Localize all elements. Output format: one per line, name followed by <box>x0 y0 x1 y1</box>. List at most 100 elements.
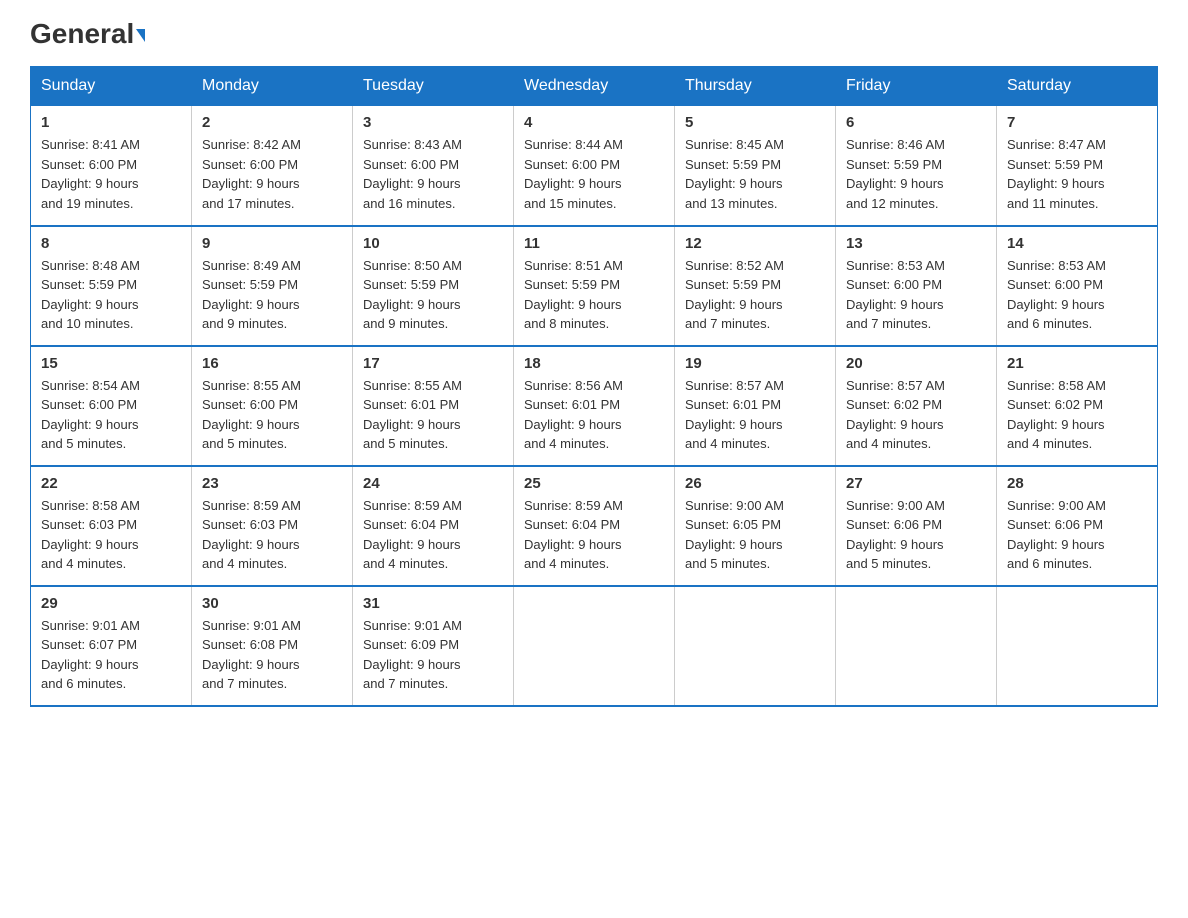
calendar-day-cell: 10Sunrise: 8:50 AMSunset: 5:59 PMDayligh… <box>353 226 514 346</box>
day-info: Sunrise: 8:53 AMSunset: 6:00 PMDaylight:… <box>846 256 986 334</box>
day-info: Sunrise: 8:42 AMSunset: 6:00 PMDaylight:… <box>202 135 342 213</box>
weekday-header: Sunday <box>31 67 192 106</box>
day-number: 25 <box>524 475 664 492</box>
calendar-day-cell: 30Sunrise: 9:01 AMSunset: 6:08 PMDayligh… <box>192 586 353 706</box>
calendar-day-cell: 6 Sunrise: 8:46 AMSunset: 5:59 PMDaylight… <box>836 106 997 226</box>
day-number: 8 <box>41 235 181 252</box>
day-info: Sunrise: 8:49 AMSunset: 5:59 PMDaylight:… <box>202 256 342 334</box>
weekday-header: Wednesday <box>514 67 675 106</box>
calendar-table: SundayMondayTuesdayWednesdayThursdayFrid… <box>30 66 1158 707</box>
day-number: 31 <box>363 595 503 612</box>
day-number: 5 <box>685 114 825 131</box>
calendar-day-cell: 5 Sunrise: 8:45 AMSunset: 5:59 PMDaylight… <box>675 106 836 226</box>
day-info: Sunrise: 8:45 AMSunset: 5:59 PMDaylight:… <box>685 135 825 213</box>
weekday-header: Thursday <box>675 67 836 106</box>
day-info: Sunrise: 9:01 AMSunset: 6:09 PMDaylight:… <box>363 616 503 694</box>
logo-general-text: General <box>30 20 145 48</box>
day-info: Sunrise: 9:01 AMSunset: 6:07 PMDaylight:… <box>41 616 181 694</box>
day-number: 27 <box>846 475 986 492</box>
calendar-day-cell: 19Sunrise: 8:57 AMSunset: 6:01 PMDayligh… <box>675 346 836 466</box>
day-info: Sunrise: 8:47 AMSunset: 5:59 PMDaylight:… <box>1007 135 1147 213</box>
day-number: 19 <box>685 355 825 372</box>
calendar-day-cell: 31 Sunrise: 9:01 AMSunset: 6:09 PMDayligh… <box>353 586 514 706</box>
day-info: Sunrise: 8:59 AMSunset: 6:03 PMDaylight:… <box>202 496 342 574</box>
day-number: 28 <box>1007 475 1147 492</box>
day-info: Sunrise: 8:58 AMSunset: 6:03 PMDaylight:… <box>41 496 181 574</box>
calendar-week-row: 8Sunrise: 8:48 AMSunset: 5:59 PMDaylight… <box>31 226 1158 346</box>
calendar-day-cell: 23 Sunrise: 8:59 AMSunset: 6:03 PMDayligh… <box>192 466 353 586</box>
day-info: Sunrise: 8:57 AMSunset: 6:02 PMDaylight:… <box>846 376 986 454</box>
day-info: Sunrise: 8:51 AMSunset: 5:59 PMDaylight:… <box>524 256 664 334</box>
day-number: 22 <box>41 475 181 492</box>
weekday-header: Tuesday <box>353 67 514 106</box>
day-number: 17 <box>363 355 503 372</box>
day-number: 15 <box>41 355 181 372</box>
calendar-day-cell: 29 Sunrise: 9:01 AMSunset: 6:07 PMDayligh… <box>31 586 192 706</box>
day-info: Sunrise: 8:55 AMSunset: 6:00 PMDaylight:… <box>202 376 342 454</box>
logo: General <box>30 20 145 46</box>
calendar-day-cell: 3 Sunrise: 8:43 AMSunset: 6:00 PMDaylight… <box>353 106 514 226</box>
day-info: Sunrise: 8:46 AMSunset: 5:59 PMDaylight:… <box>846 135 986 213</box>
day-number: 2 <box>202 114 342 131</box>
day-number: 3 <box>363 114 503 131</box>
day-number: 11 <box>524 235 664 252</box>
day-number: 21 <box>1007 355 1147 372</box>
day-number: 24 <box>363 475 503 492</box>
day-info: Sunrise: 8:44 AMSunset: 6:00 PMDaylight:… <box>524 135 664 213</box>
day-number: 1 <box>41 114 181 131</box>
calendar-day-cell: 2 Sunrise: 8:42 AMSunset: 6:00 PMDaylight… <box>192 106 353 226</box>
calendar-day-cell: 8Sunrise: 8:48 AMSunset: 5:59 PMDaylight… <box>31 226 192 346</box>
calendar-day-cell: 15Sunrise: 8:54 AMSunset: 6:00 PMDayligh… <box>31 346 192 466</box>
calendar-day-cell: 18Sunrise: 8:56 AMSunset: 6:01 PMDayligh… <box>514 346 675 466</box>
day-info: Sunrise: 9:00 AMSunset: 6:06 PMDaylight:… <box>1007 496 1147 574</box>
day-number: 23 <box>202 475 342 492</box>
calendar-day-cell: 24Sunrise: 8:59 AMSunset: 6:04 PMDayligh… <box>353 466 514 586</box>
calendar-day-cell <box>836 586 997 706</box>
calendar-day-cell: 27 Sunrise: 9:00 AMSunset: 6:06 PMDayligh… <box>836 466 997 586</box>
day-info: Sunrise: 9:00 AMSunset: 6:06 PMDaylight:… <box>846 496 986 574</box>
day-info: Sunrise: 8:56 AMSunset: 6:01 PMDaylight:… <box>524 376 664 454</box>
day-number: 10 <box>363 235 503 252</box>
day-info: Sunrise: 8:59 AMSunset: 6:04 PMDaylight:… <box>524 496 664 574</box>
calendar-day-cell <box>675 586 836 706</box>
day-number: 30 <box>202 595 342 612</box>
day-info: Sunrise: 8:41 AMSunset: 6:00 PMDaylight:… <box>41 135 181 213</box>
calendar-day-cell: 7 Sunrise: 8:47 AMSunset: 5:59 PMDaylight… <box>997 106 1158 226</box>
calendar-header-row: SundayMondayTuesdayWednesdayThursdayFrid… <box>31 67 1158 106</box>
calendar-day-cell: 9 Sunrise: 8:49 AMSunset: 5:59 PMDaylight… <box>192 226 353 346</box>
weekday-header: Monday <box>192 67 353 106</box>
page-header: General <box>30 20 1158 46</box>
calendar-day-cell <box>997 586 1158 706</box>
day-info: Sunrise: 8:52 AMSunset: 5:59 PMDaylight:… <box>685 256 825 334</box>
calendar-week-row: 22 Sunrise: 8:58 AMSunset: 6:03 PMDayligh… <box>31 466 1158 586</box>
day-number: 7 <box>1007 114 1147 131</box>
calendar-day-cell: 17 Sunrise: 8:55 AMSunset: 6:01 PMDayligh… <box>353 346 514 466</box>
calendar-day-cell: 12 Sunrise: 8:52 AMSunset: 5:59 PMDayligh… <box>675 226 836 346</box>
calendar-day-cell: 4 Sunrise: 8:44 AMSunset: 6:00 PMDaylight… <box>514 106 675 226</box>
day-number: 29 <box>41 595 181 612</box>
calendar-day-cell: 13Sunrise: 8:53 AMSunset: 6:00 PMDayligh… <box>836 226 997 346</box>
day-number: 14 <box>1007 235 1147 252</box>
calendar-day-cell: 28 Sunrise: 9:00 AMSunset: 6:06 PMDayligh… <box>997 466 1158 586</box>
day-number: 16 <box>202 355 342 372</box>
day-number: 26 <box>685 475 825 492</box>
weekday-header: Saturday <box>997 67 1158 106</box>
day-number: 20 <box>846 355 986 372</box>
calendar-day-cell: 20 Sunrise: 8:57 AMSunset: 6:02 PMDayligh… <box>836 346 997 466</box>
calendar-day-cell: 26 Sunrise: 9:00 AMSunset: 6:05 PMDayligh… <box>675 466 836 586</box>
calendar-day-cell: 22 Sunrise: 8:58 AMSunset: 6:03 PMDayligh… <box>31 466 192 586</box>
calendar-week-row: 1 Sunrise: 8:41 AMSunset: 6:00 PMDaylight… <box>31 106 1158 226</box>
day-number: 4 <box>524 114 664 131</box>
day-number: 9 <box>202 235 342 252</box>
day-info: Sunrise: 8:58 AMSunset: 6:02 PMDaylight:… <box>1007 376 1147 454</box>
logo-triangle-icon <box>136 29 145 42</box>
day-info: Sunrise: 8:43 AMSunset: 6:00 PMDaylight:… <box>363 135 503 213</box>
calendar-day-cell: 16 Sunrise: 8:55 AMSunset: 6:00 PMDayligh… <box>192 346 353 466</box>
calendar-day-cell: 14Sunrise: 8:53 AMSunset: 6:00 PMDayligh… <box>997 226 1158 346</box>
day-number: 12 <box>685 235 825 252</box>
calendar-day-cell <box>514 586 675 706</box>
day-info: Sunrise: 8:55 AMSunset: 6:01 PMDaylight:… <box>363 376 503 454</box>
day-number: 6 <box>846 114 986 131</box>
day-info: Sunrise: 9:00 AMSunset: 6:05 PMDaylight:… <box>685 496 825 574</box>
weekday-header: Friday <box>836 67 997 106</box>
